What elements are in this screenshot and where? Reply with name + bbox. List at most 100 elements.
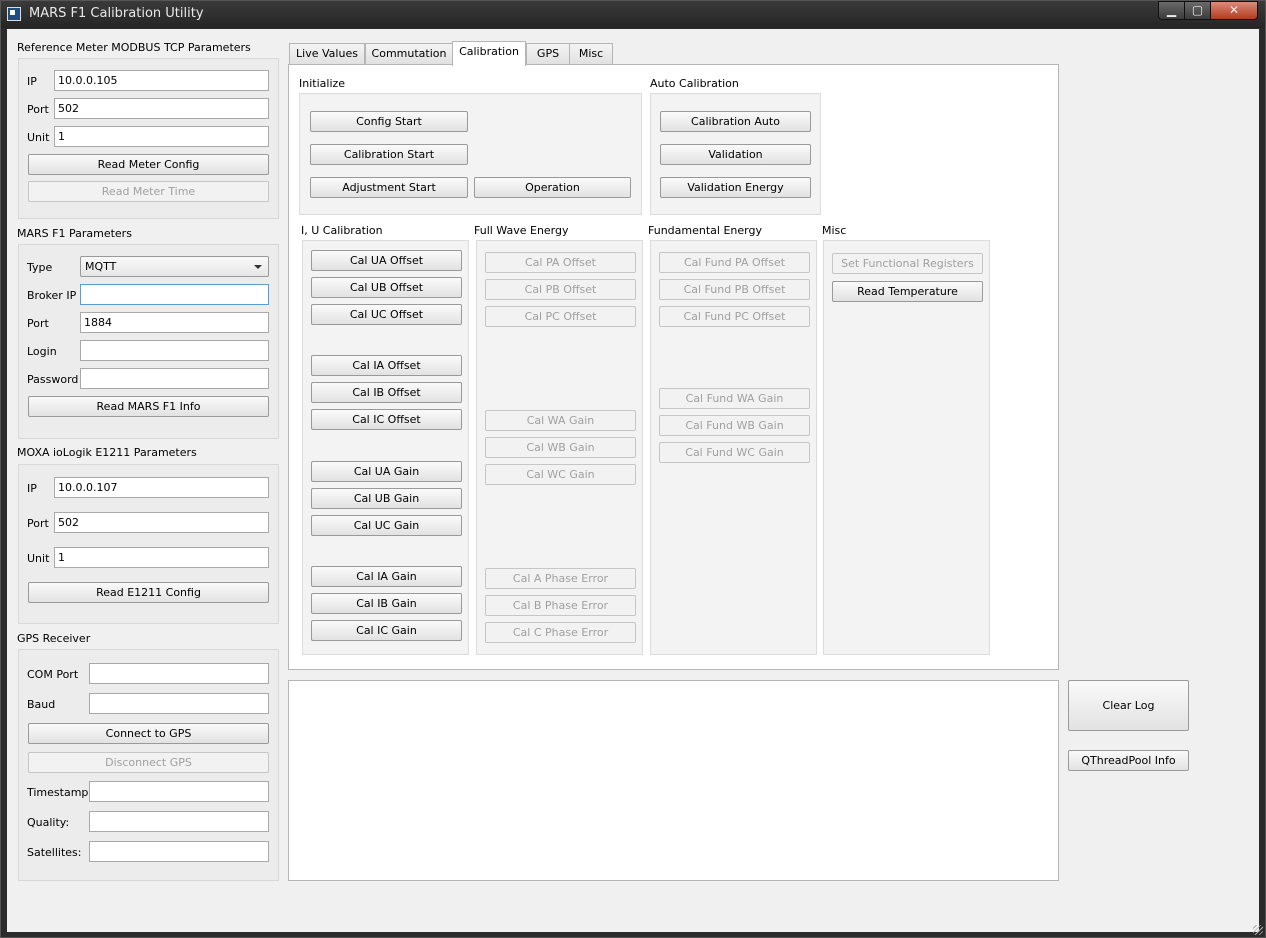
meter-unit-field[interactable]: 1 [54, 126, 269, 147]
initialize-title: Initialize [299, 77, 346, 90]
moxa-unit-label: Unit [27, 552, 50, 565]
gps-satellites-label: Satellites: [27, 846, 82, 859]
gps-satellites-field[interactable] [89, 841, 269, 862]
cal-b-phase-error-button[interactable]: Cal B Phase Error [485, 595, 636, 616]
read-meter-config-button[interactable]: Read Meter Config [28, 154, 269, 175]
disconnect-gps-button[interactable]: Disconnect GPS [28, 752, 269, 773]
mars-broker-field[interactable] [80, 284, 269, 305]
read-mars-info-button[interactable]: Read MARS F1 Info [28, 396, 269, 417]
meter-port-label: Port [27, 103, 49, 116]
mars-login-field[interactable] [80, 340, 269, 361]
set-functional-registers-button[interactable]: Set Functional Registers [832, 253, 983, 274]
tab-calibration[interactable]: Calibration [452, 41, 526, 66]
fundamental-energy-title: Fundamental Energy [648, 224, 762, 237]
gps-timestamp-label: Timestamp: [27, 786, 93, 799]
misc-panel [823, 240, 990, 655]
gps-com-field[interactable] [89, 663, 269, 684]
mars-group-title: MARS F1 Parameters [17, 227, 132, 240]
moxa-group-title: MOXA ioLogik E1211 Parameters [17, 446, 197, 459]
chevron-down-icon [254, 265, 262, 269]
cal-c-phase-error-button[interactable]: Cal C Phase Error [485, 622, 636, 643]
cal-ic-offset-button[interactable]: Cal IC Offset [311, 409, 462, 430]
validation-button[interactable]: Validation [660, 144, 811, 165]
cal-ua-offset-button[interactable]: Cal UA Offset [311, 250, 462, 271]
mars-password-field[interactable] [80, 368, 269, 389]
meter-ip-field[interactable]: 10.0.0.105 [54, 70, 269, 91]
maximize-button[interactable]: ▢ [1184, 1, 1211, 20]
close-button[interactable]: ✕ [1210, 1, 1258, 20]
mars-type-combo[interactable]: MQTT [80, 256, 269, 277]
cal-fund-pa-offset-button[interactable]: Cal Fund PA Offset [659, 252, 810, 273]
mars-broker-label: Broker IP [27, 289, 77, 302]
mars-port-field[interactable]: 1884 [80, 312, 269, 333]
cal-ia-gain-button[interactable]: Cal IA Gain [311, 566, 462, 587]
cal-wa-gain-button[interactable]: Cal WA Gain [485, 410, 636, 431]
tab-live-values[interactable]: Live Values [289, 43, 365, 65]
tab-gps[interactable]: GPS [526, 43, 570, 65]
app-icon [7, 7, 21, 21]
cal-ic-gain-button[interactable]: Cal IC Gain [311, 620, 462, 641]
calibration-start-button[interactable]: Calibration Start [310, 144, 468, 165]
moxa-unit-field[interactable]: 1 [54, 547, 269, 568]
cal-ub-offset-button[interactable]: Cal UB Offset [311, 277, 462, 298]
tab-misc[interactable]: Misc [569, 43, 613, 65]
meter-group-title: Reference Meter MODBUS TCP Parameters [17, 41, 251, 54]
resize-grip-icon[interactable] [1253, 925, 1263, 935]
meter-ip-label: IP [27, 75, 37, 88]
read-meter-time-button[interactable]: Read Meter Time [28, 181, 269, 202]
minimize-button[interactable]: ▁ [1158, 1, 1185, 20]
cal-wc-gain-button[interactable]: Cal WC Gain [485, 464, 636, 485]
cal-ub-gain-button[interactable]: Cal UB Gain [311, 488, 462, 509]
operation-button[interactable]: Operation [474, 177, 631, 198]
window-title: MARS F1 Calibration Utility [29, 6, 204, 21]
read-e1211-config-button[interactable]: Read E1211 Config [28, 582, 269, 603]
mars-port-label: Port [27, 317, 49, 330]
iu-calibration-title: I, U Calibration [301, 224, 383, 237]
validation-energy-button[interactable]: Validation Energy [660, 177, 811, 198]
cal-ua-gain-button[interactable]: Cal UA Gain [311, 461, 462, 482]
clear-log-button[interactable]: Clear Log [1068, 680, 1189, 731]
cal-fund-pb-offset-button[interactable]: Cal Fund PB Offset [659, 279, 810, 300]
meter-unit-label: Unit [27, 131, 50, 144]
gps-quality-field[interactable] [89, 811, 269, 832]
meter-port-field[interactable]: 502 [54, 98, 269, 119]
cal-pc-offset-button[interactable]: Cal PC Offset [485, 306, 636, 327]
config-start-button[interactable]: Config Start [310, 111, 468, 132]
read-temperature-button[interactable]: Read Temperature [832, 281, 983, 302]
cal-ib-offset-button[interactable]: Cal IB Offset [311, 382, 462, 403]
mars-login-label: Login [27, 345, 57, 358]
cal-fund-wb-gain-button[interactable]: Cal Fund WB Gain [659, 415, 810, 436]
qthreadpool-info-button[interactable]: QThreadPool Info [1068, 750, 1189, 771]
log-output[interactable] [288, 680, 1059, 881]
cal-pb-offset-button[interactable]: Cal PB Offset [485, 279, 636, 300]
full-wave-energy-title: Full Wave Energy [474, 224, 569, 237]
mars-password-label: Password [27, 373, 79, 386]
adjustment-start-button[interactable]: Adjustment Start [310, 177, 468, 198]
cal-fund-wa-gain-button[interactable]: Cal Fund WA Gain [659, 388, 810, 409]
gps-baud-field[interactable] [89, 693, 269, 714]
misc-title: Misc [822, 224, 847, 237]
gps-timestamp-field[interactable] [89, 781, 269, 802]
cal-uc-gain-button[interactable]: Cal UC Gain [311, 515, 462, 536]
moxa-ip-field[interactable]: 10.0.0.107 [54, 477, 269, 498]
cal-ia-offset-button[interactable]: Cal IA Offset [311, 355, 462, 376]
cal-a-phase-error-button[interactable]: Cal A Phase Error [485, 568, 636, 589]
cal-wb-gain-button[interactable]: Cal WB Gain [485, 437, 636, 458]
gps-com-label: COM Port [27, 668, 79, 681]
auto-calibration-title: Auto Calibration [650, 77, 739, 90]
moxa-port-label: Port [27, 517, 49, 530]
moxa-port-field[interactable]: 502 [54, 512, 269, 533]
gps-baud-label: Baud [27, 698, 56, 711]
mars-type-value: MQTT [85, 260, 117, 273]
moxa-ip-label: IP [27, 482, 37, 495]
cal-pa-offset-button[interactable]: Cal PA Offset [485, 252, 636, 273]
cal-ib-gain-button[interactable]: Cal IB Gain [311, 593, 462, 614]
cal-fund-wc-gain-button[interactable]: Cal Fund WC Gain [659, 442, 810, 463]
connect-gps-button[interactable]: Connect to GPS [28, 723, 269, 744]
cal-fund-pc-offset-button[interactable]: Cal Fund PC Offset [659, 306, 810, 327]
gps-group-title: GPS Receiver [17, 632, 91, 645]
cal-uc-offset-button[interactable]: Cal UC Offset [311, 304, 462, 325]
tab-commutation[interactable]: Commutation [365, 43, 453, 65]
calibration-auto-button[interactable]: Calibration Auto [660, 111, 811, 132]
mars-type-label: Type [27, 261, 53, 274]
